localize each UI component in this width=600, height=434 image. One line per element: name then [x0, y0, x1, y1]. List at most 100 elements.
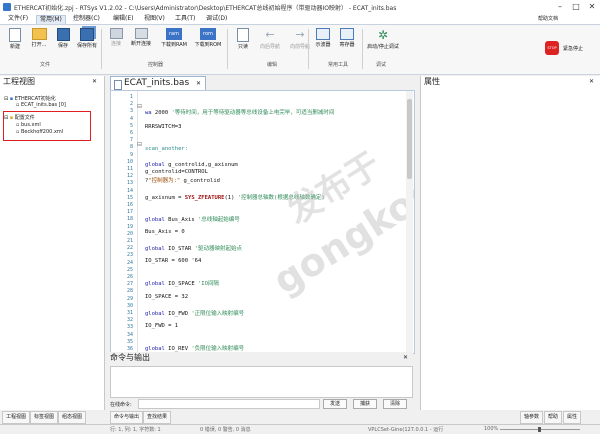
panel-close-icon[interactable]: ✕ [403, 354, 408, 361]
line-number: 25 [126, 266, 133, 273]
ribbon: 新建 打开... 保存 保存所有 文件 连接 断开连接 ram 下载到RAM r… [0, 24, 600, 75]
connect-button[interactable]: 连接 [104, 28, 128, 58]
menu-tools[interactable]: 工具(T) [172, 15, 198, 23]
navigate-forward-button[interactable]: → 向前导航 [286, 28, 314, 58]
menu-bar: 文件(F) 常用(M) 控制器(C) 编辑(E) 视图(V) 工具(T) 调试(… [0, 14, 600, 24]
line-number: 35 [126, 338, 133, 345]
vertical-scrollbar[interactable] [406, 91, 413, 353]
oscilloscope-button[interactable]: 示波器 [311, 28, 335, 58]
zoom-slider-thumb[interactable] [538, 427, 541, 432]
code-line: IO_STAR = 600 '64 [145, 258, 202, 264]
ribbon-divider [227, 29, 228, 69]
line-number: 20 [126, 230, 133, 237]
menu-edit[interactable]: 编辑(E) [110, 15, 136, 23]
menu-common[interactable]: 常用(M) [36, 15, 66, 24]
properties-panel: 属性 ✕ [420, 76, 600, 410]
collapse-icon[interactable]: ⊟ [4, 96, 8, 102]
properties-title: 属性 [424, 77, 440, 86]
line-number: 33 [126, 324, 133, 331]
tab-label-view[interactable]: 标签视图 [30, 411, 59, 424]
line-number: 17 [126, 209, 133, 216]
maximize-icon[interactable]: □ [568, 1, 584, 13]
tab-command-output[interactable]: 命令与输出 [110, 411, 144, 424]
scrollbar-thumb[interactable] [407, 99, 412, 179]
tab-axis-params[interactable]: 轴参数 [520, 411, 544, 424]
download-rom-button[interactable]: rom 下载到ROM [192, 28, 224, 58]
tab-config-view[interactable]: 组态视图 [58, 411, 87, 424]
help-doc-link[interactable]: 帮助文档 [538, 15, 558, 22]
cursor-position: 行: 1, 列: 1, 字符数: 1 [110, 427, 161, 433]
navigate-back-button[interactable]: ← 向后导航 [256, 28, 284, 58]
line-number: 21 [126, 238, 133, 244]
minimize-icon[interactable]: – [552, 1, 568, 13]
line-number: 9 [129, 151, 133, 158]
code-line: global IO_FWD '正限位输入映射编号 [145, 311, 245, 317]
panel-close-icon[interactable]: ✕ [92, 78, 97, 85]
fold-icon[interactable]: ⊟ [137, 103, 142, 110]
window-title: ETHERCAT初始化.zpj - RTSys V1.2.02 - C:\Use… [14, 5, 397, 12]
tree-node-config[interactable]: ⊟ ▪ 配置文件 [4, 114, 35, 121]
save-all-button[interactable]: 保存所有 [75, 28, 99, 58]
zoom-level: 100% [484, 426, 499, 432]
menu-debug[interactable]: 调试(D) [203, 15, 230, 23]
menu-view[interactable]: 视图(V) [141, 15, 168, 23]
disconnect-button[interactable]: 断开连接 [126, 28, 156, 58]
tab-find-results[interactable]: 查找结果 [143, 411, 172, 424]
folder-icon [31, 28, 47, 40]
debug-toggle-button[interactable]: ✲ 启动/停止调试 [367, 28, 399, 58]
arrow-right-icon: → [295, 28, 305, 41]
tree-node-beckhoff-xml[interactable]: ▫ Beckhoff200.xml [16, 129, 63, 135]
collapse-icon[interactable]: ⊟ [4, 115, 8, 121]
close-icon[interactable]: ✕ [584, 1, 600, 13]
tree-node-file[interactable]: ▫ ECAT_inits.bas [0] [16, 102, 66, 108]
open-button[interactable]: 打开... [27, 28, 51, 58]
xml-file-icon: ▫ [16, 129, 20, 135]
arrow-left-icon: ← [265, 28, 275, 41]
send-button[interactable]: 发送 [323, 399, 347, 409]
fold-icon[interactable]: ⊟ [137, 141, 142, 148]
line-number: 5 [129, 122, 133, 129]
error-summary: 0 错误, 0 警告, 0 消息 [200, 427, 251, 433]
stop-icon: STOP [545, 41, 559, 55]
group-tools-label: 常用工具 [328, 62, 349, 68]
readonly-icon [237, 28, 249, 42]
emergency-stop-button[interactable]: STOP 紧急停止 [542, 37, 598, 59]
connect-icon [109, 28, 123, 39]
tree-node-project[interactable]: ⊟ ▪ ETHERCAT初始化 [4, 95, 56, 102]
group-edit-label: 编辑 [267, 62, 278, 68]
menu-file[interactable]: 文件(F) [5, 15, 31, 23]
tab-close-icon[interactable]: ✕ [196, 80, 201, 87]
line-number: 14 [126, 187, 133, 194]
tab-project-view[interactable]: 工程视图 [2, 411, 31, 424]
code-line: global IO_STAR '驱动器映射起始点 [145, 246, 242, 252]
output-textarea[interactable] [110, 366, 413, 398]
capture-button[interactable]: 捕获 [353, 399, 377, 409]
menu-controller[interactable]: 控制器(C) [70, 15, 103, 23]
save-button[interactable]: 保存 [51, 28, 75, 58]
tab-help[interactable]: 帮助 [544, 411, 563, 424]
gutter-divider [137, 91, 138, 353]
line-number: 1 [129, 94, 133, 100]
panel-close-icon[interactable]: ✕ [589, 78, 594, 85]
output-title: 命令与输出 [110, 353, 150, 362]
download-ram-button[interactable]: ram 下载到RAM [158, 28, 190, 58]
folder-icon: ▪ [9, 115, 14, 121]
line-number: 23 [126, 252, 133, 259]
xml-file-icon: ▫ [16, 122, 20, 128]
tree-node-bus-xml[interactable]: ▫ bus.xml [16, 122, 41, 128]
app-icon [3, 3, 11, 11]
code-editor[interactable]: 1 2 3 4 5 6 7 8 9 10 11 12 13 14 15 16 17 18 19 20 21 22 23 24 2… [110, 90, 415, 354]
project-icon: ▪ [9, 96, 14, 102]
command-label: 在线命令: [110, 402, 132, 408]
code-line: RRRSWITCH=3 [145, 124, 182, 130]
tab-ecat-inits[interactable]: ECAT_inits.bas ✕ [110, 76, 206, 91]
readonly-button[interactable]: 只读 [231, 28, 255, 58]
register-button[interactable]: 寄存器 [335, 28, 359, 58]
zoom-slider[interactable] [500, 427, 580, 432]
tab-properties[interactable]: 属性 [563, 411, 582, 424]
line-number: 24 [126, 259, 133, 266]
command-input[interactable] [138, 399, 320, 409]
new-button[interactable]: 新建 [3, 28, 27, 58]
command-output-panel: 命令与输出 ✕ 在线命令: 发送 捕获 清除 [110, 352, 413, 410]
clear-button[interactable]: 清除 [383, 399, 407, 409]
